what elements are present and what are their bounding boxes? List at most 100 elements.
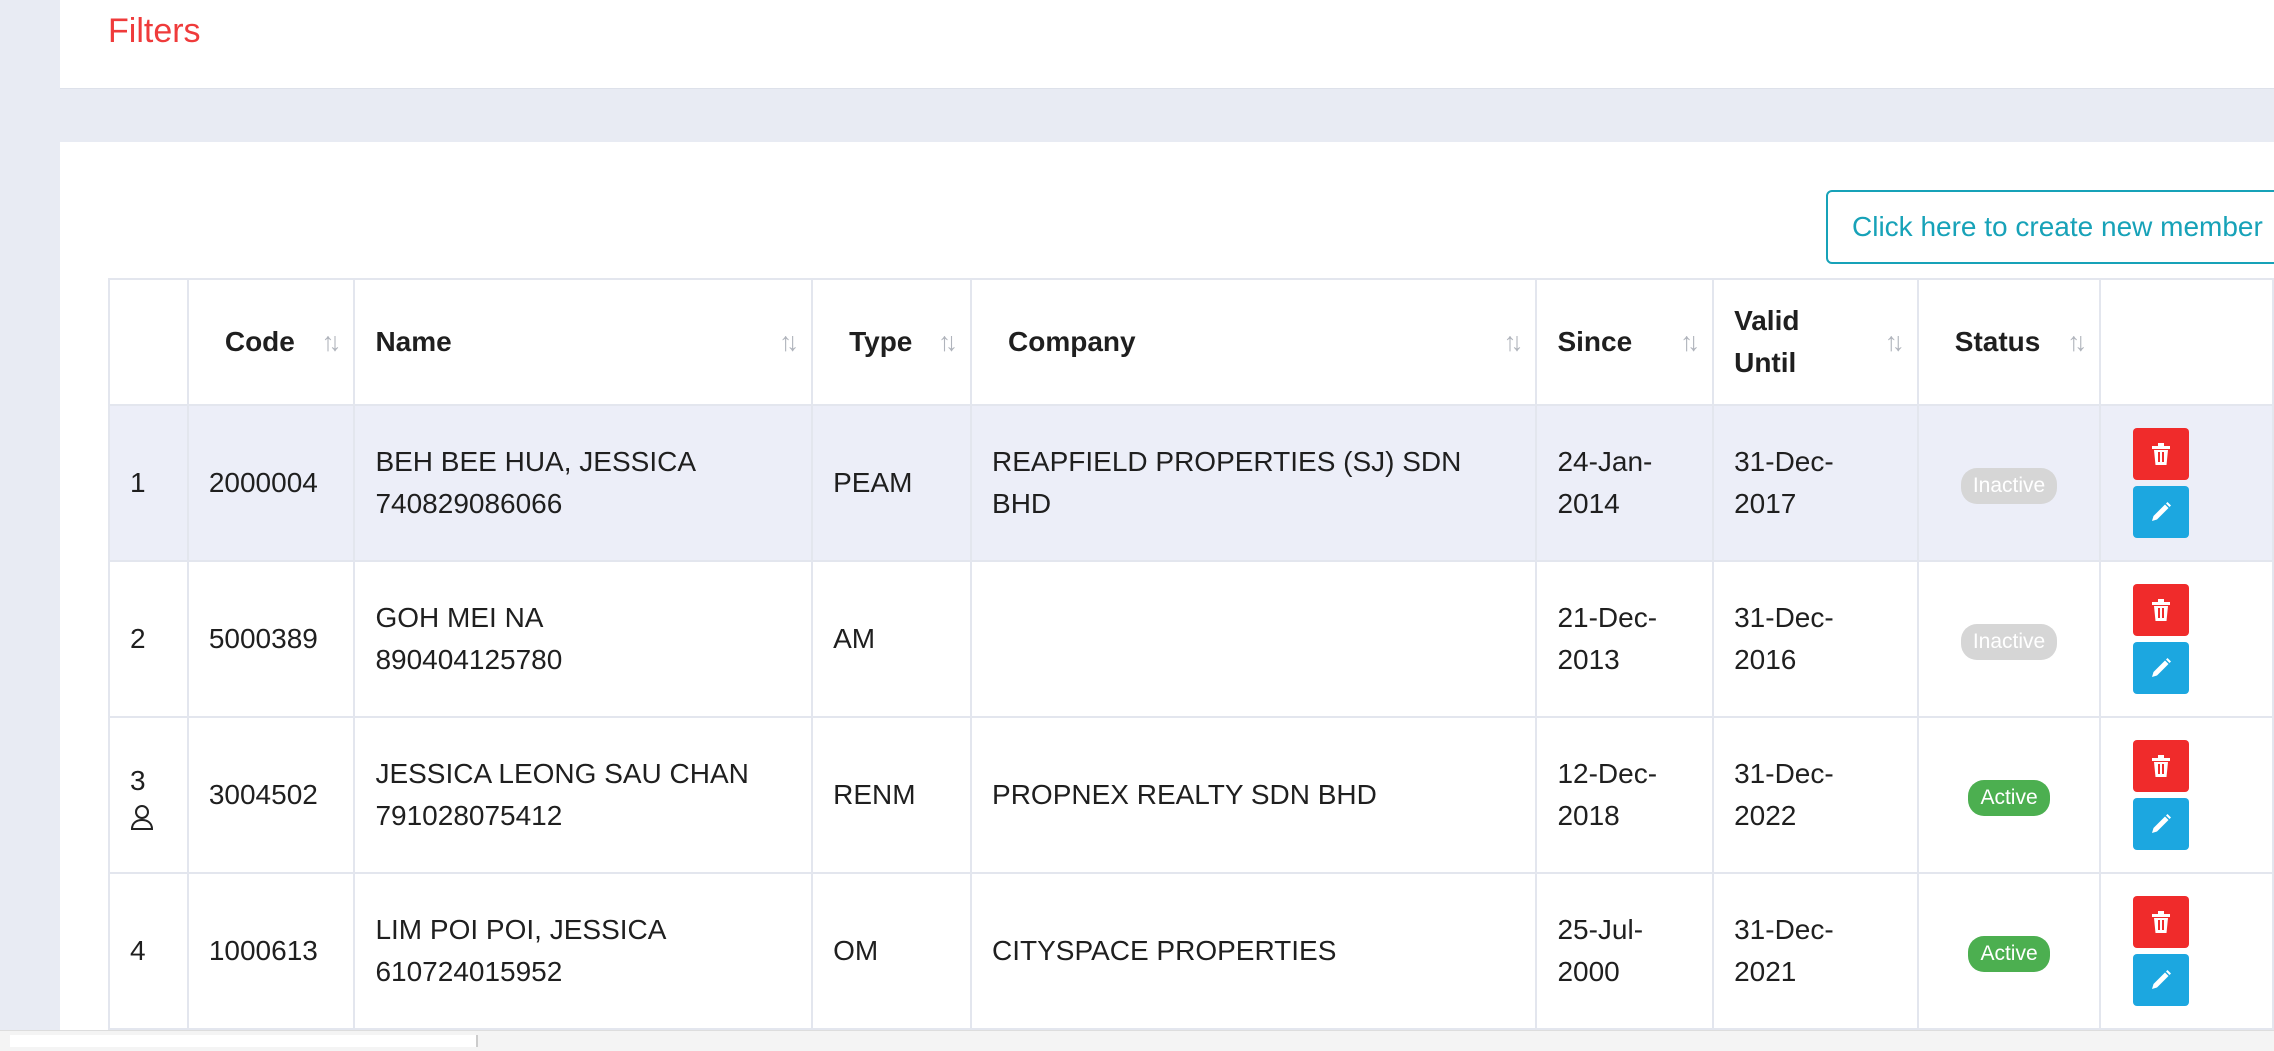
col-header-label: Code [224,326,295,357]
member-ic: 740829086066 [375,488,563,519]
cell-code: 2000004 [186,404,356,562]
pencil-icon [2152,814,2172,833]
sort-arrows-icon[interactable]: ↑↓ [1680,327,1700,358]
cell-valid-until: 31-Dec- 2021 [1712,872,1919,1030]
sort-arrows-icon[interactable]: ↑↓ [779,327,799,358]
user-icon [130,805,154,830]
cell-name: GOH MEI NA 890404125780 [353,560,814,718]
status-badge: Active [1968,780,2050,816]
cell-company: REAPFIELD PROPERTIES (SJ) SDN BHD [970,404,1538,562]
cell-no: 4 [108,872,189,1030]
member-ic: 890404125780 [375,644,563,675]
member-name: BEH BEE HUA, JESSICA [375,446,696,477]
member-name: GOH MEI NA [375,602,544,633]
sort-arrows-icon[interactable]: ↑↓ [321,327,341,358]
cell-company: CITYSPACE PROPERTIES [970,872,1538,1030]
cell-company: PROPNEX REALTY SDN BHD [970,716,1538,874]
cell-actions [2099,872,2274,1030]
status-badge: Inactive [1960,468,2058,504]
cell-name: LIM POI POI, JESSICA 610724015952 [353,872,814,1030]
sort-arrows-icon[interactable]: ↑↓ [1885,327,1905,358]
filters-title[interactable]: Filters [108,12,201,51]
members-card: Click here to create new member Code ↑↓ … [60,142,2274,1050]
cell-no: 3 [108,716,189,874]
cell-since: 24-Jan- 2014 [1535,404,1715,562]
edit-button[interactable] [2133,798,2190,850]
table-row[interactable]: 2 5000389 GOH MEI NA 890404125780 AM 21-… [108,560,2274,718]
col-header-label: Valid Until [1734,305,1800,378]
table-row[interactable]: 1 2000004 BEH BEE HUA, JESSICA 740829086… [108,404,2274,562]
col-header-since[interactable]: Since ↑↓ [1535,278,1715,406]
edit-button[interactable] [2133,642,2190,694]
pencil-icon [2152,502,2172,521]
sort-arrows-icon[interactable]: ↑↓ [1503,327,1523,358]
cell-type: PEAM [811,404,973,562]
delete-button[interactable] [2133,584,2190,636]
cell-type: OM [811,872,973,1030]
cell-status: Active [1916,716,2102,874]
table-row[interactable]: 4 1000613 LIM POI POI, JESSICA 610724015… [108,872,2274,1030]
cell-status: Active [1916,872,2102,1030]
filters-panel: Filters [60,0,2274,89]
cell-actions [2099,560,2274,718]
col-header-no [108,278,189,406]
col-header-label: Company [1008,326,1136,357]
cell-company [970,560,1538,718]
delete-button[interactable] [2133,740,2190,792]
horizontal-scrollbar[interactable] [0,1030,2274,1051]
cell-type: RENM [811,716,973,874]
delete-button[interactable] [2133,896,2190,948]
sort-arrows-icon[interactable]: ↑↓ [938,327,958,358]
cell-actions [2099,716,2274,874]
member-ic: 610724015952 [375,956,563,987]
cell-since: 25-Jul- 2000 [1535,872,1715,1030]
edit-button[interactable] [2133,486,2190,538]
col-header-company[interactable]: Company ↑↓ [970,278,1538,406]
member-name: LIM POI POI, JESSICA [375,914,667,945]
col-header-actions [2099,278,2274,406]
create-member-button[interactable]: Click here to create new member [1826,190,2274,264]
trash-icon [2152,443,2171,465]
cell-name: JESSICA LEONG SAU CHAN 791028075412 [353,716,814,874]
cell-status: Inactive [1916,404,2102,562]
pencil-icon [2152,658,2172,677]
col-header-type[interactable]: Type ↑↓ [811,278,973,406]
trash-icon [2152,755,2171,777]
pencil-icon [2152,970,2172,989]
cell-valid-until: 31-Dec- 2017 [1712,404,1919,562]
col-header-name[interactable]: Name ↑↓ [353,278,814,406]
cell-valid-until: 31-Dec- 2016 [1712,560,1919,718]
cell-since: 12-Dec- 2018 [1535,716,1715,874]
col-header-code[interactable]: Code ↑↓ [186,278,356,406]
cell-no: 2 [108,560,189,718]
col-header-label: Status [1954,326,2041,357]
sort-arrows-icon[interactable]: ↑↓ [2067,327,2087,358]
member-ic: 791028075412 [375,800,563,831]
status-badge: Inactive [1960,624,2058,660]
trash-icon [2152,911,2171,933]
col-header-label: Name [375,326,452,357]
col-header-status[interactable]: Status ↑↓ [1916,278,2102,406]
cell-code: 5000389 [186,560,356,718]
member-name: JESSICA LEONG SAU CHAN [375,758,749,789]
table-row[interactable]: 3 3004502 JESSICA LEONG SAU CHAN 7910280… [108,716,2274,874]
edit-button[interactable] [2133,954,2190,1006]
cell-no: 1 [108,404,189,562]
page-left-gutter [0,0,60,1050]
cell-code: 1000613 [186,872,356,1030]
cell-since: 21-Dec- 2013 [1535,560,1715,718]
cell-name: BEH BEE HUA, JESSICA 740829086066 [353,404,814,562]
col-header-label: Type [849,326,913,357]
scrollbar-thumb[interactable] [10,1035,478,1047]
table-header-row: Code ↑↓ Name ↑↓ Type ↑↓ Company ↑↓ Since [108,278,2274,406]
cell-type: AM [811,560,973,718]
cell-actions [2099,404,2274,562]
cell-valid-until: 31-Dec- 2022 [1712,716,1919,874]
status-badge: Active [1968,936,2050,972]
col-header-valid-until[interactable]: Valid Until ↑↓ [1712,278,1919,406]
delete-button[interactable] [2133,428,2190,480]
col-header-label: Since [1557,326,1633,357]
members-table: Code ↑↓ Name ↑↓ Type ↑↓ Company ↑↓ Since [108,278,2274,1030]
trash-icon [2152,599,2171,621]
cell-status: Inactive [1916,560,2102,718]
